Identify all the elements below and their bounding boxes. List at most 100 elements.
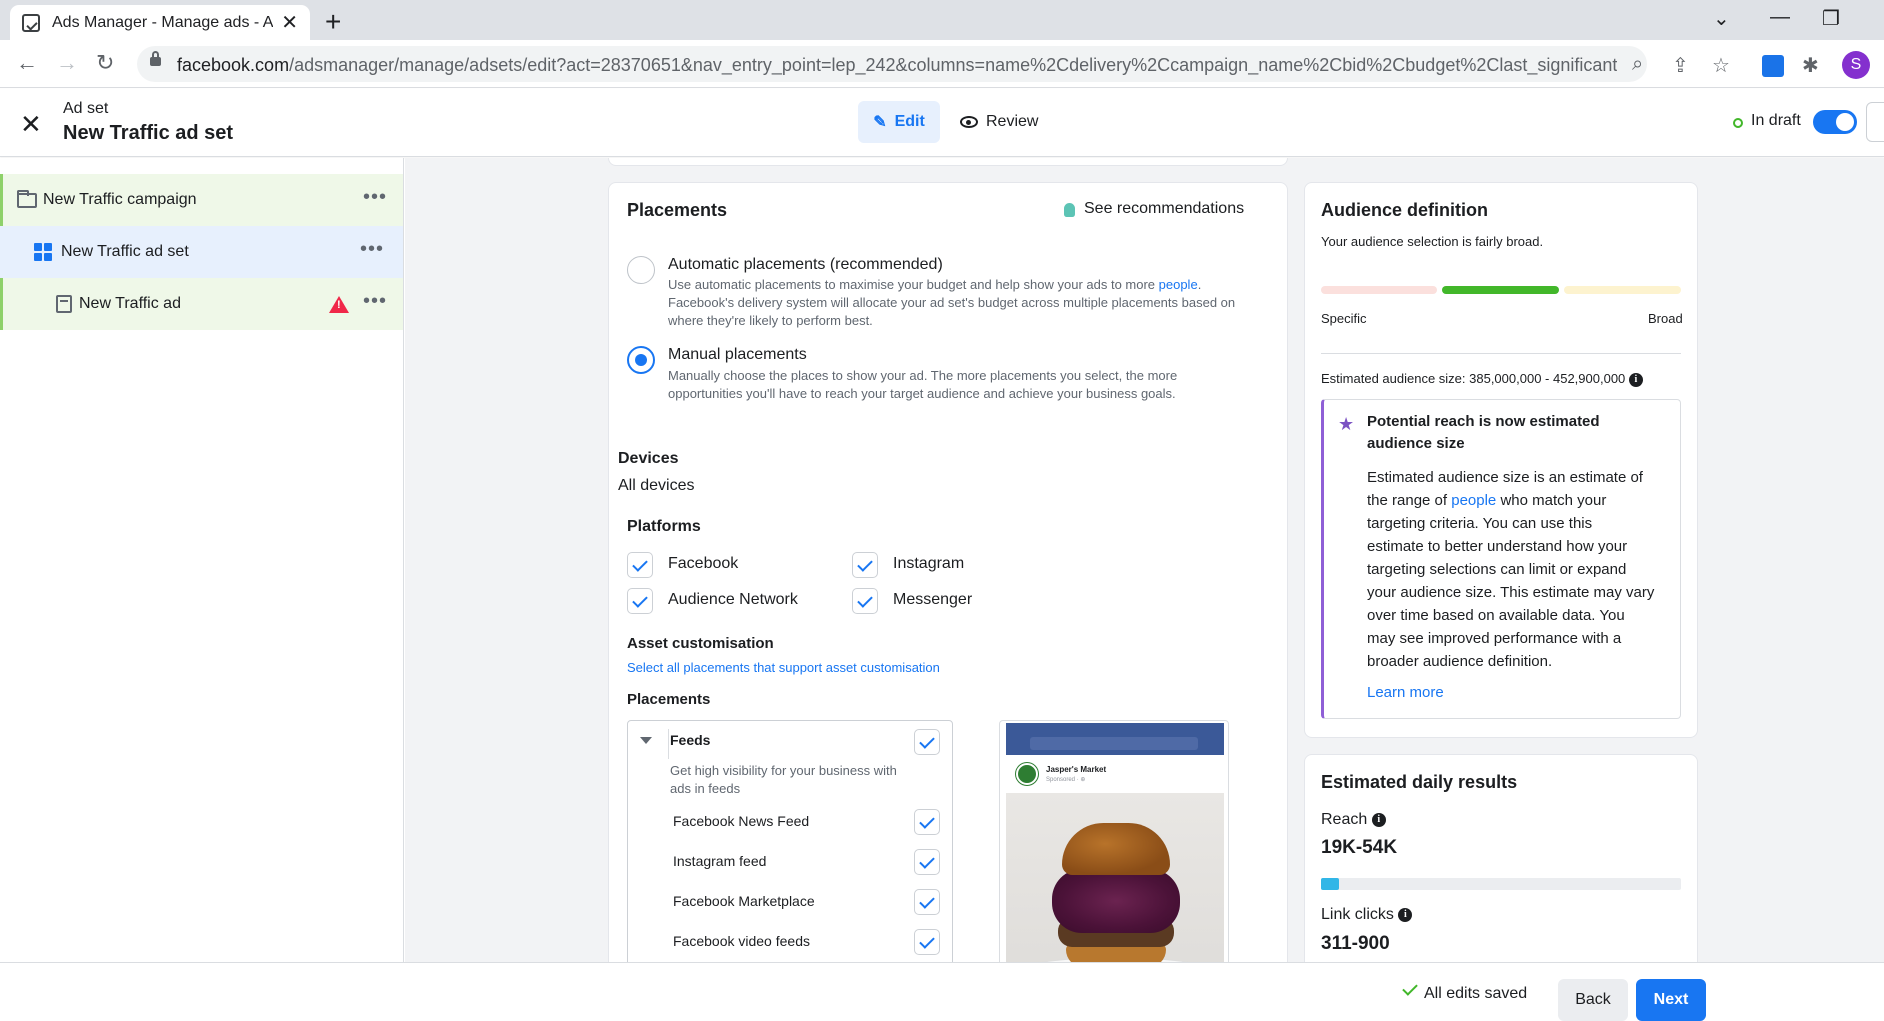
notice-body-line6: your audience size. This estimate may va… [1367,584,1655,601]
messenger-checkbox[interactable] [852,588,878,614]
meter-specific-label: Specific [1321,311,1367,326]
reach-value: 19K-54K [1321,837,1398,858]
facebook-news-feed-checkbox[interactable] [914,809,940,835]
lock-icon[interactable] [150,51,161,66]
placement-item-facebook-marketplace[interactable]: Facebook Marketplace [673,893,815,909]
draft-status-label: In draft [1751,112,1801,129]
placements-list: Feeds Get high visibility for your busin… [627,720,953,962]
messenger-platform-label[interactable]: Messenger [893,591,972,609]
more-options-icon[interactable]: ••• [360,238,384,261]
zoom-icon[interactable]: ⌕ [1632,53,1643,76]
facebook-platform-label[interactable]: Facebook [668,555,738,573]
slaw-shape [1052,869,1180,933]
edit-tab[interactable]: ✎ Edit [858,101,940,143]
more-options-icon[interactable]: ••• [363,290,387,313]
manual-placements-radio[interactable] [627,346,655,374]
info-icon[interactable]: i [1398,907,1413,922]
devices-label: Devices [618,450,679,467]
reach-bar [1321,878,1681,890]
notice-title-line2: audience size [1367,435,1465,452]
profile-avatar[interactable]: S [1842,51,1870,79]
facebook-video-feeds-checkbox[interactable] [914,929,940,955]
placement-item-instagram-feed[interactable]: Instagram feed [673,853,766,869]
new-tab-button[interactable]: + [325,6,341,38]
bookmark-star-icon[interactable]: ☆ [1712,53,1730,78]
share-icon[interactable]: ⇪ [1672,53,1689,78]
ads-manager-favicon-icon [22,13,40,32]
audience-meter-middle [1442,286,1559,294]
notice-body-line8: may see improved performance with a [1367,630,1622,647]
header-more-button[interactable] [1866,102,1884,142]
manual-placements-label[interactable]: Manual placements [668,346,807,364]
learn-more-link[interactable]: Learn more [1367,684,1444,701]
tab-close-icon[interactable]: ✕ [281,10,298,35]
audience-definition-card: Audience definition Your audience select… [1304,182,1698,738]
extensions-puzzle-icon[interactable]: ✱ [1802,53,1819,78]
review-tab[interactable]: Review [960,101,1038,143]
forward-arrow-icon[interactable]: → [56,50,78,76]
sidebar-item-adset[interactable]: New Traffic ad set ••• [0,226,403,278]
previous-section-card [608,158,1288,166]
automatic-placements-label[interactable]: Automatic placements (recommended) [668,256,943,274]
feeds-group-label[interactable]: Feeds [670,732,710,748]
instagram-feed-checkbox[interactable] [914,849,940,875]
sidebar-item-ad[interactable]: New Traffic ad ••• [0,278,403,330]
check-icon [1402,980,1418,996]
close-icon[interactable]: ✕ [20,109,42,140]
estimated-results-title: Estimated daily results [1321,772,1518,792]
warning-icon[interactable] [329,295,349,313]
sidebar-item-campaign[interactable]: New Traffic campaign ••• [0,174,403,226]
instagram-platform-label[interactable]: Instagram [893,555,964,573]
audience-network-checkbox[interactable] [627,588,653,614]
see-recommendations-link[interactable]: See recommendations [1084,200,1244,218]
back-button[interactable]: Back [1558,979,1628,1021]
jaspers-market-logo [1016,763,1038,785]
facebook-marketplace-checkbox[interactable] [914,889,940,915]
browser-tab[interactable]: Ads Manager - Manage ads - Ad ✕ [10,5,310,40]
placement-item-facebook-news-feed[interactable]: Facebook News Feed [673,813,809,829]
next-button[interactable]: Next [1636,979,1706,1021]
notice-body-line2: the range of people who match your [1367,492,1607,509]
url-text[interactable]: facebook.com/adsmanager/manage/adsets/ed… [177,55,1617,76]
automatic-placements-radio[interactable] [627,256,655,284]
audience-meter-broad [1564,286,1681,294]
info-icon[interactable]: i [1371,812,1386,827]
back-arrow-icon[interactable]: ← [16,50,38,76]
bun-top-shape [1062,823,1170,875]
placements-list-label: Placements [627,691,711,708]
minimize-icon[interactable]: — [1770,6,1790,29]
tab-search-chevron-icon[interactable]: ⌄ [1713,6,1730,31]
devices-value[interactable]: All devices [618,477,694,495]
people-link[interactable]: people [1451,492,1496,509]
divider [668,729,669,759]
sidebar-item-label: New Traffic ad [79,295,181,312]
instagram-checkbox[interactable] [852,552,878,578]
pencil-icon: ✎ [873,114,887,131]
restore-icon[interactable]: ❐ [1822,6,1840,31]
facebook-checkbox[interactable] [627,552,653,578]
ad-set-grid-icon [34,243,52,261]
more-options-icon[interactable]: ••• [363,186,387,209]
asset-customisation-link[interactable]: Select all placements that support asset… [627,659,940,677]
reload-icon[interactable]: ↻ [96,50,114,76]
review-tab-label: Review [986,113,1039,130]
preview-page-name: Jasper's Market [1046,765,1107,774]
potential-reach-notice: ★ Potential reach is now estimated audie… [1321,399,1681,719]
audience-meter-specific [1321,286,1437,294]
automatic-placements-desc-line3: where they're likely to perform best. [668,313,873,328]
collapse-caret-icon[interactable] [640,737,652,744]
feeds-group-checkbox[interactable] [914,729,940,755]
people-link[interactable]: people [1159,277,1198,292]
editor-footer: All edits saved Back Next [0,962,1884,1021]
placement-item-facebook-video-feeds[interactable]: Facebook video feeds [673,933,810,949]
app-header: ✕ Ad set New Traffic ad set ✎ Edit Revie… [0,89,1884,157]
estimated-audience-size: Estimated audience size: 385,000,000 - 4… [1321,370,1643,388]
audience-summary: Your audience selection is fairly broad. [1321,234,1544,249]
audience-network-platform-label[interactable]: Audience Network [668,591,798,609]
notice-body-line7: over time based on available data. You [1367,607,1625,624]
extension-icon[interactable] [1762,55,1784,77]
draft-toggle[interactable] [1813,110,1857,134]
phone-search-field [1030,737,1198,750]
info-icon[interactable]: i [1628,372,1643,387]
meter-broad-label: Broad [1648,311,1683,326]
